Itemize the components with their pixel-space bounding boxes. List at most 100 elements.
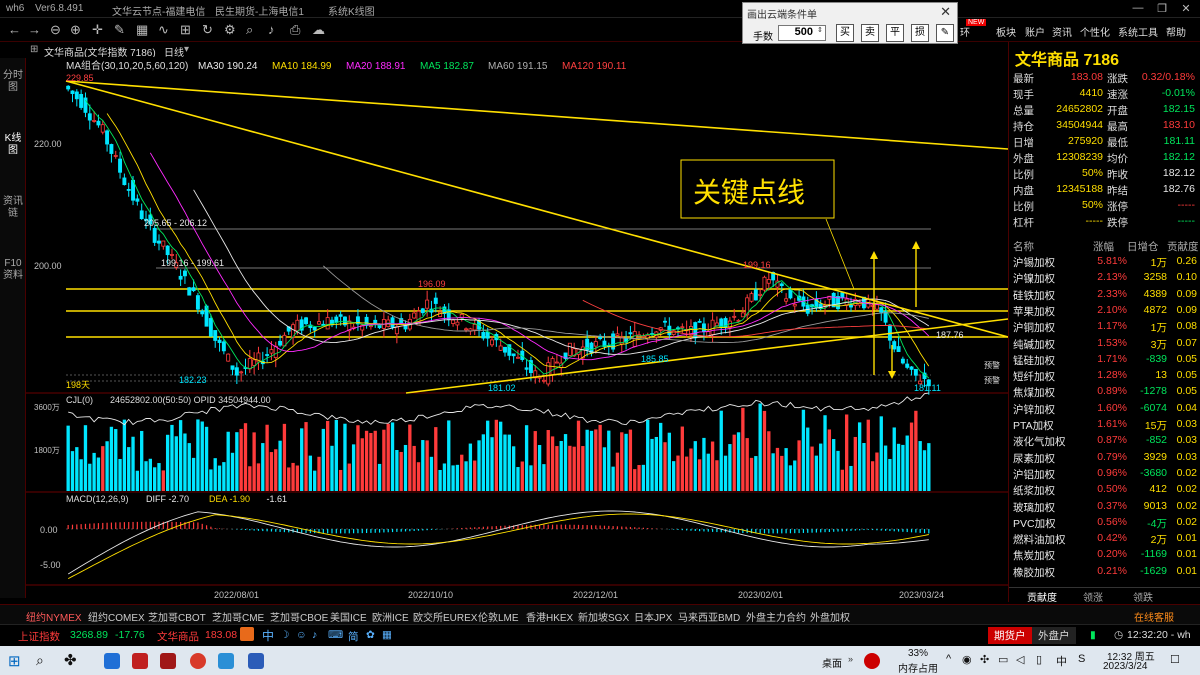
constituent-row[interactable]: 纸浆加权 0.50% 412 0.02 [1009,482,1200,498]
layout-icon[interactable]: ▦ [136,22,148,38]
exchange-tab[interactable]: 纽约NYMEX [26,609,82,624]
ma-group-label[interactable]: MA组合(30,10,20,5,60,120) [66,59,188,72]
alert-icon[interactable]: ♪ [268,22,275,37]
exchange-tab[interactable]: 纽约COMEX [88,609,145,624]
exchange-tab[interactable]: 芝加哥CME [212,609,264,624]
chevron-right-icon[interactable]: » [848,654,853,664]
exchange-tab[interactable]: 马来西亚BMD [678,609,740,624]
network-icon[interactable]: ▭ [998,653,1008,666]
exchange-tab[interactable]: 芝加哥CBOE [270,609,328,624]
minimize-icon[interactable]: — [1126,2,1150,16]
menu-system-tools[interactable]: 系统工具 [1118,24,1158,39]
constituent-row[interactable]: 玻璃加权 0.37% 9013 0.02 [1009,499,1200,515]
word-icon[interactable] [248,653,264,669]
constituent-row[interactable]: 燃料油加权 0.42% 2万 0.01 [1009,531,1200,547]
exchange-tab[interactable]: 外盘主力合约 [746,609,806,624]
ime-mode[interactable]: 中 [262,627,274,644]
print-icon[interactable]: ⎙ [290,22,300,38]
ime-emoji-icon[interactable]: ☺ [296,629,307,641]
constituent-row[interactable]: 短纤加权 1.28% 13 0.05 [1009,368,1200,384]
menu-personalize[interactable]: 个性化 [1080,24,1110,39]
stop-loss-button[interactable]: 损 [911,24,929,42]
constituent-row[interactable]: 沪铝加权 0.96% -3680 0.02 [1009,466,1200,482]
constituent-row[interactable]: 沪锡加权 5.81% 1万 0.26 [1009,254,1200,270]
windows-start-icon[interactable]: ⊞ [8,652,21,670]
ime-voice-icon[interactable]: ♪ [312,629,317,641]
exchange-tab[interactable]: 芝加哥CBOT [148,609,206,624]
exchange-tab[interactable]: 外盘加权 [810,609,850,624]
exchange-tab[interactable]: 日本JPX [634,609,672,624]
menu-env[interactable]: 环 [960,24,970,39]
ime-menu-icon[interactable]: ▦ [382,629,392,641]
tab-kline[interactable]: K线图 [2,133,24,157]
tab-contribution[interactable]: 贡献度 [1027,589,1057,604]
col-name[interactable]: 名称 [1013,239,1034,254]
exchange-tab[interactable]: 美国ICE [330,609,367,624]
sogou-tray-icon[interactable]: S [1078,653,1085,665]
tab-intraday[interactable]: 分时图 [2,70,24,94]
task-view-icon[interactable]: ✤ [64,651,77,669]
tab-leaders[interactable]: 领涨 [1083,589,1103,604]
maximize-icon[interactable]: ❐ [1150,2,1174,16]
ime-tray-icon[interactable]: 中 [1056,653,1067,669]
exchange-tab[interactable]: 伦敦LME [478,609,519,624]
desktop-label[interactable]: 桌面 [822,655,842,670]
constituent-row[interactable]: 硅铁加权 2.33% 4389 0.09 [1009,287,1200,303]
ime-skin-icon[interactable]: ✿ [366,629,375,641]
tab-news-chain[interactable]: 资讯链 [2,196,24,220]
notification-icon[interactable]: ☐ [1170,653,1180,666]
volume-icon[interactable]: ◁ [1016,653,1024,666]
col-contribution[interactable]: 贡献度 [1167,239,1199,254]
refresh-icon[interactable]: ↻ [202,22,213,38]
col-oi-change[interactable]: 日增仓 [1127,239,1159,254]
constituent-row[interactable]: 锰硅加权 1.71% -839 0.05 [1009,352,1200,368]
drawing-icon[interactable]: ✎ [114,22,125,38]
crosshair-icon[interactable]: ✛ [92,22,103,38]
tab-f10[interactable]: F10资料 [2,258,24,282]
constituent-row[interactable]: 沪镍加权 2.13% 3258 0.10 [1009,270,1200,286]
cloud-icon[interactable]: ☁ [312,22,325,38]
zoom-in-icon[interactable]: ⊕ [70,22,81,38]
online-service-button[interactable]: 在线客服 [1134,609,1174,624]
browser-icon[interactable] [104,653,120,669]
constituent-row[interactable]: 沪锌加权 1.60% -6074 0.04 [1009,401,1200,417]
constituent-row[interactable]: 沪铜加权 1.17% 1万 0.08 [1009,319,1200,335]
col-change[interactable]: 涨幅 [1093,239,1114,254]
menu-help[interactable]: 帮助 [1166,24,1186,39]
buy-button[interactable]: 买 [836,24,854,42]
ime-script[interactable]: 简 [348,629,359,644]
close-icon[interactable]: ✕ [1174,2,1198,16]
exchange-tab[interactable]: 香港HKEX [526,609,573,624]
screen-tool-icon[interactable] [218,653,234,669]
back-icon[interactable]: ← [8,22,21,37]
ime-keyboard-icon[interactable]: ⌨ [328,629,343,641]
netease-icon[interactable] [190,653,206,669]
wechat-icon[interactable]: ◉ [962,653,972,666]
search-icon[interactable]: ⌕ [246,22,253,38]
constituent-row[interactable]: 尿素加权 0.79% 3929 0.03 [1009,450,1200,466]
zoom-out-icon[interactable]: ⊖ [50,22,61,38]
constituent-row[interactable]: 焦煤加权 0.89% -1278 0.05 [1009,384,1200,400]
constituent-row[interactable]: 液化气加权 0.87% -852 0.03 [1009,433,1200,449]
tab-laggards[interactable]: 领跌 [1133,589,1153,604]
constituent-row[interactable]: PVC加权 0.56% -4万 0.02 [1009,515,1200,531]
macd-label[interactable]: MACD(12,26,9) [66,494,129,504]
constituent-row[interactable]: 焦炭加权 0.20% -1169 0.01 [1009,547,1200,563]
constituent-row[interactable]: 纯碱加权 1.53% 3万 0.07 [1009,336,1200,352]
forward-icon[interactable]: → [28,22,41,37]
menu-sector[interactable]: 板块 [996,24,1016,39]
indicator-icon[interactable]: ∿ [158,22,169,38]
lots-stepper-icon[interactable]: ⇕ [817,26,823,34]
expand-icon[interactable]: ⊞ [30,44,38,55]
chevron-down-icon[interactable]: ▾ [184,44,189,55]
wenhua-app-icon[interactable] [132,653,148,669]
tray-misc-icon[interactable]: ✣ [980,653,989,666]
constituent-row[interactable]: 苹果加权 2.10% 4872 0.09 [1009,303,1200,319]
draw-pen-icon[interactable]: ✎ [936,24,954,42]
menu-account[interactable]: 账户 [1025,24,1045,39]
tray-app-icon[interactable] [864,653,880,669]
ime-punct-icon[interactable]: ☽ [280,629,289,641]
key-point-callout[interactable]: 关键点线 [680,159,835,219]
battery-icon[interactable]: ▯ [1036,653,1042,666]
constituent-row[interactable]: 橡胶加权 0.21% -1629 0.01 [1009,564,1200,580]
